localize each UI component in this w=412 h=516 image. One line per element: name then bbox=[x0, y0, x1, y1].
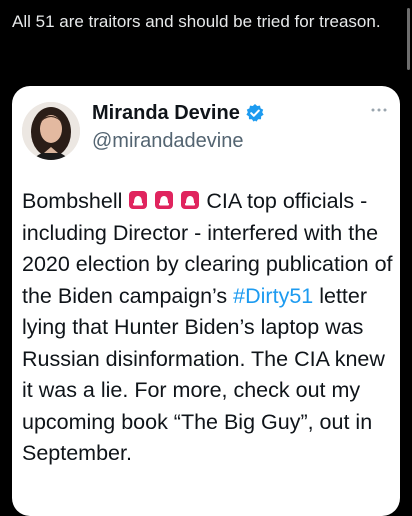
post-text: All 51 are traitors and should be tried … bbox=[12, 12, 381, 31]
verified-badge-icon bbox=[245, 103, 265, 123]
siren-icon bbox=[180, 188, 200, 209]
avatar[interactable] bbox=[22, 102, 80, 160]
body-text-part: letter lying that Hunter Biden’s laptop … bbox=[22, 283, 385, 466]
body-text-part: Bombshell bbox=[22, 189, 129, 213]
author-row: Miranda Devine bbox=[92, 100, 265, 126]
scrollbar[interactable] bbox=[407, 8, 410, 70]
siren-icon bbox=[154, 188, 174, 209]
more-options-icon[interactable] bbox=[370, 102, 388, 112]
author-name[interactable]: Miranda Devine bbox=[92, 100, 240, 126]
quoted-tweet-card[interactable]: Miranda Devine @mirandadevine Bombshell … bbox=[12, 86, 400, 516]
siren-icon bbox=[128, 188, 148, 209]
tweet-body: Bombshell CIA top officials - including … bbox=[22, 186, 394, 470]
author-handle[interactable]: @mirandadevine bbox=[92, 128, 244, 154]
hashtag-link[interactable]: #Dirty51 bbox=[233, 284, 313, 308]
